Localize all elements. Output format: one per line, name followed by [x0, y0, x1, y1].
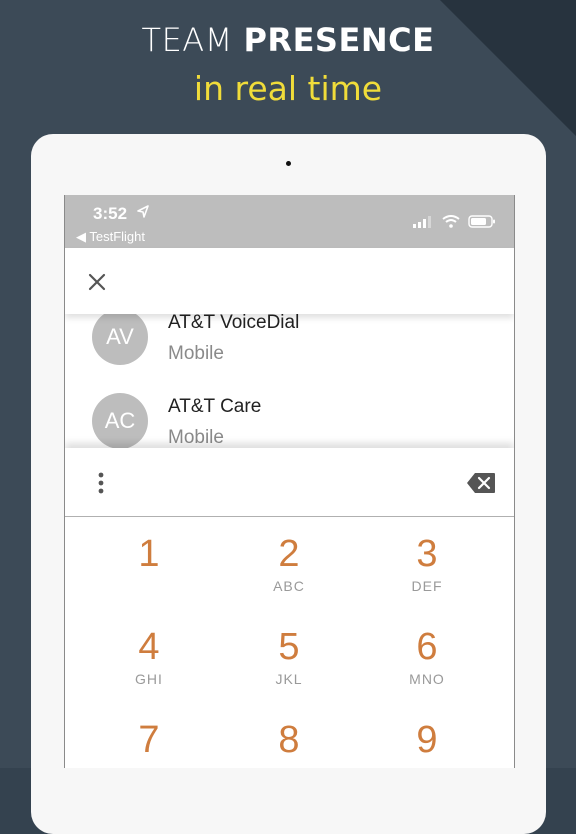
- avatar: AV: [92, 309, 148, 365]
- more-options-icon[interactable]: [95, 471, 107, 495]
- status-bar: 3:52 ◀ TestFlight: [65, 195, 514, 248]
- headline-line-1: TEAM PRESENCE: [0, 20, 576, 60]
- promo-headline: TEAM PRESENCE in real time: [0, 20, 576, 114]
- app-screen: 3:52 ◀ TestFlight AV AT&T VoiceDial Mobi…: [64, 195, 515, 768]
- back-app-label: TestFlight: [89, 229, 146, 244]
- backspace-icon[interactable]: [466, 472, 496, 494]
- battery-icon: [468, 215, 495, 228]
- status-icons: [413, 213, 496, 231]
- contact-name: AT&T VoiceDial: [168, 312, 300, 333]
- dial-key-8[interactable]: 8: [234, 703, 344, 768]
- number-input-bar: [65, 448, 514, 517]
- tablet-camera: [286, 161, 291, 166]
- dial-key-4[interactable]: 4 GHI: [94, 610, 204, 700]
- dial-key-6[interactable]: 6 MNO: [372, 610, 482, 700]
- back-arrow-icon: ◀: [76, 229, 90, 244]
- key-digit: 8: [278, 719, 300, 761]
- key-digit: 2: [278, 533, 300, 575]
- headline-line-2: in real time: [193, 69, 383, 108]
- dial-key-3[interactable]: 3 DEF: [372, 517, 482, 607]
- headline-thin-text: TEAM: [141, 21, 244, 59]
- dial-keypad: 1 2 ABC 3 DEF 4 GHI 5 JKL 6 MNO 7 8 9: [65, 517, 514, 768]
- key-letters: GHI: [135, 671, 163, 687]
- contact-suggestions-list: AV AT&T VoiceDial Mobile AC AT&T Care Mo…: [65, 300, 514, 450]
- wifi-icon: [441, 215, 460, 229]
- key-digit: 1: [138, 533, 160, 575]
- key-digit: 5: [278, 626, 300, 668]
- key-letters: ABC: [273, 578, 305, 594]
- contact-type: Mobile: [168, 343, 224, 364]
- dial-key-1[interactable]: 1: [94, 517, 204, 607]
- dialer-top-bar: [65, 248, 514, 314]
- key-letters: JKL: [275, 671, 303, 687]
- key-digit: 6: [416, 626, 438, 668]
- status-time: 3:52: [93, 204, 128, 223]
- contact-name: AT&T Care: [168, 396, 262, 417]
- dial-key-9[interactable]: 9: [372, 703, 482, 768]
- key-digit: 9: [416, 719, 438, 761]
- headline-bold-text: PRESENCE: [243, 21, 435, 59]
- close-icon[interactable]: [85, 270, 109, 294]
- dial-key-5[interactable]: 5 JKL: [234, 610, 344, 700]
- key-digit: 4: [138, 626, 160, 668]
- key-digit: 7: [138, 719, 160, 761]
- avatar: AC: [92, 393, 148, 449]
- key-letters: MNO: [409, 671, 445, 687]
- key-digit: 3: [416, 533, 438, 575]
- dial-key-2[interactable]: 2 ABC: [234, 517, 344, 607]
- signal-icon: [413, 215, 432, 228]
- back-to-app-link[interactable]: ◀ TestFlight: [76, 229, 145, 245]
- key-letters: DEF: [411, 578, 443, 594]
- contact-type: Mobile: [168, 427, 224, 448]
- dial-key-7[interactable]: 7: [94, 703, 204, 768]
- location-arrow-icon: [137, 205, 149, 218]
